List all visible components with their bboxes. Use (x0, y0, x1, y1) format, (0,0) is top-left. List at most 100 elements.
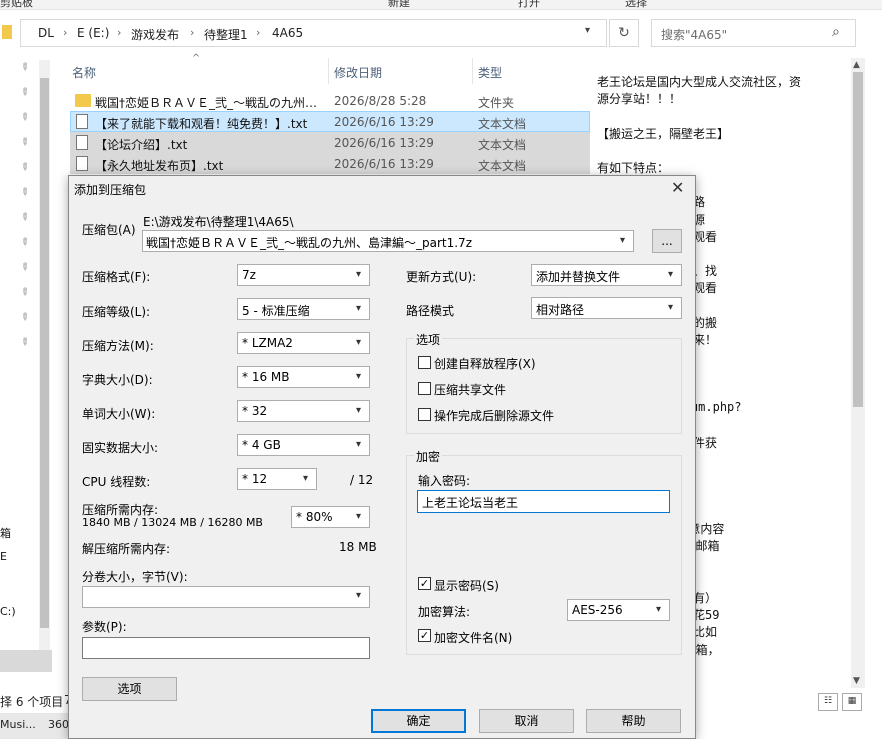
chevron-down-icon[interactable]: ▾ (356, 337, 361, 348)
file-type: 文本文档 (478, 159, 527, 173)
word-label: 单词大小(W): (82, 407, 156, 421)
refresh-button[interactable]: ↻ (609, 19, 639, 47)
chevron-right-icon[interactable]: › (63, 26, 67, 39)
format-combo[interactable] (237, 264, 370, 286)
nav-selected-item[interactable] (0, 650, 52, 672)
nav-scrollbar-thumb[interactable] (40, 78, 49, 628)
folder-icon (2, 25, 12, 39)
preview-line: 【搬运之王，隔壁老王】 (597, 126, 730, 141)
scroll-up-icon[interactable]: ▲ (853, 60, 860, 70)
preview-scrollbar-thumb[interactable] (853, 72, 863, 407)
ribbon-label[interactable]: 新建 (388, 0, 410, 9)
params-input[interactable] (82, 637, 370, 659)
details-view-icon[interactable]: ☷ (818, 693, 838, 711)
options-button[interactable]: 选项 (82, 677, 177, 701)
column-header-type[interactable]: 类型 (478, 64, 502, 81)
chevron-down-icon[interactable]: ▾ (585, 25, 590, 36)
breadcrumb-item[interactable]: DL (38, 26, 54, 40)
breadcrumb-item[interactable]: E (E:) (77, 26, 109, 40)
sfx-checkbox[interactable] (418, 356, 431, 369)
encrypt-filenames-label: 加密文件名(N) (434, 631, 513, 645)
password-label: 输入密码: (418, 474, 471, 488)
column-header-name[interactable]: 名称 (72, 64, 96, 81)
column-divider[interactable] (328, 58, 329, 84)
chevron-down-icon[interactable]: ▾ (668, 302, 673, 313)
sfx-label: 创建自释放程序(X) (434, 357, 536, 371)
chevron-down-icon[interactable]: ▾ (356, 590, 361, 601)
ribbon-label[interactable]: 剪贴板 (0, 0, 33, 9)
ribbon-strip: 剪贴板 新建 打开 选择 (0, 0, 882, 10)
chevron-down-icon[interactable]: ▾ (668, 269, 673, 280)
solid-label: 固实数据大小: (82, 441, 159, 455)
decompress-memory-value: 18 MB (339, 540, 377, 554)
file-name: 【永久地址发布页】.txt (95, 159, 224, 173)
check-icon: ✓ (419, 629, 430, 642)
breadcrumb-item[interactable]: 4A65 (272, 26, 303, 40)
file-type: 文本文档 (478, 138, 527, 152)
chevron-right-icon[interactable]: › (117, 26, 121, 39)
chevron-down-icon[interactable]: ▾ (656, 604, 661, 615)
show-password-checkbox[interactable]: ✓ (418, 577, 431, 590)
chevron-down-icon[interactable]: ▾ (356, 269, 361, 280)
breadcrumb-item[interactable]: 待整理1 (204, 26, 248, 43)
status-item-count: 择 6 个项目 (0, 695, 64, 709)
decompress-memory-label: 解压缩所需内存: (82, 542, 171, 556)
encryption-method-label: 加密算法: (418, 605, 471, 619)
nav-item-fragment[interactable]: 箱 (0, 525, 11, 541)
nav-item-fragment[interactable]: C:) (0, 605, 16, 618)
chevron-down-icon[interactable]: ▾ (356, 371, 361, 382)
memory-value: 1840 MB / 13024 MB / 16280 MB (82, 516, 263, 529)
solid-value: * 4 GB (242, 438, 281, 452)
ok-button[interactable]: 确定 (371, 709, 466, 733)
chevron-down-icon[interactable]: ▾ (356, 405, 361, 416)
cancel-button[interactable]: 取消 (479, 709, 574, 733)
preview-line: 源分享站！！！ (597, 92, 682, 107)
view-switcher: ☷ ▦ (818, 693, 864, 711)
chevron-right-icon[interactable]: › (190, 26, 194, 39)
help-button[interactable]: 帮助 (586, 709, 681, 733)
chevron-right-icon[interactable]: › (256, 26, 260, 39)
chevron-down-icon[interactable]: ▾ (356, 303, 361, 314)
cpu-total: / 12 (350, 473, 374, 487)
scroll-down-icon[interactable]: ▼ (853, 676, 860, 686)
format-value: 7z (242, 268, 256, 282)
split-size-combo[interactable] (82, 586, 370, 608)
taskbar-item[interactable]: Musi... (0, 718, 36, 731)
ribbon-label[interactable]: 选择 (625, 0, 647, 9)
nav-item-fragment[interactable]: E (0, 550, 7, 563)
file-date: 2026/8/28 5:28 (334, 94, 427, 108)
search-icon[interactable]: ⌕ (832, 24, 840, 40)
chevron-down-icon[interactable]: ▾ (356, 439, 361, 450)
format-label: 压缩格式(F): (82, 270, 151, 284)
archive-label: 压缩包(A) (82, 223, 136, 237)
folder-icon (75, 94, 91, 107)
delete-after-label: 操作完成后删除源文件 (434, 409, 555, 423)
chevron-down-icon[interactable]: ▾ (303, 473, 308, 484)
file-name: 【来了就能下载和观看！纯免费！】.txt (95, 117, 308, 131)
path-mode-value: 相对路径 (536, 303, 585, 317)
file-name: 【论坛介绍】.txt (95, 138, 188, 152)
text-file-icon (76, 114, 88, 129)
column-divider[interactable] (472, 58, 473, 84)
shared-files-label: 压缩共享文件 (434, 383, 507, 397)
file-date: 2026/6/16 13:29 (334, 157, 434, 171)
chevron-down-icon[interactable]: ▾ (620, 235, 625, 246)
encrypt-filenames-checkbox[interactable]: ✓ (418, 629, 431, 642)
level-label: 压缩等级(L): (82, 305, 151, 319)
browse-button[interactable]: ... (652, 229, 682, 253)
archive-name-value: 戦国†恋姫ＢＲＡＶＥ_弐_～戦乱の九州、島津編～_part1.7z (146, 236, 472, 250)
file-type: 文本文档 (478, 117, 527, 131)
column-header-date[interactable]: 修改日期 (334, 64, 382, 81)
shared-files-checkbox[interactable] (418, 382, 431, 395)
close-icon[interactable]: ✕ (671, 178, 684, 197)
options-group-title: 选项 (414, 331, 443, 348)
chevron-down-icon[interactable]: ▾ (356, 511, 361, 522)
split-label: 分卷大小，字节(V): (82, 570, 188, 584)
breadcrumb-item[interactable]: 游戏发布 (131, 26, 179, 43)
ribbon-label[interactable]: 打开 (518, 0, 540, 9)
taskbar-item[interactable]: 360 (48, 718, 69, 731)
refresh-icon: ↻ (618, 25, 630, 41)
archive-path: E:\游戏发布\待整理1\4A65\ (143, 215, 294, 229)
large-icons-view-icon[interactable]: ▦ (842, 693, 862, 711)
delete-after-checkbox[interactable] (418, 408, 431, 421)
